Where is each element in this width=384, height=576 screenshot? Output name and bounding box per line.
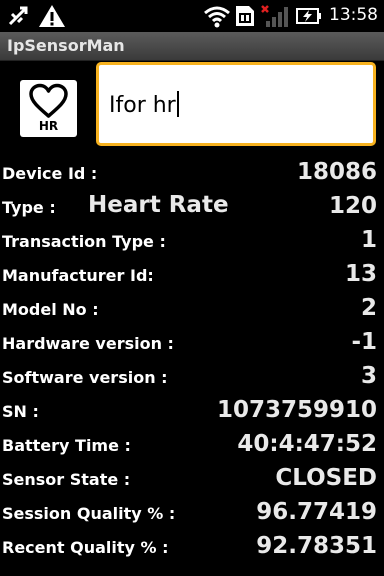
battery-charging-icon — [296, 8, 321, 24]
heart-icon — [29, 83, 68, 118]
usb-debug-icon — [8, 6, 28, 26]
sensor-search-input-value: Ifor hr — [109, 93, 176, 118]
text-caret — [176, 91, 179, 117]
row-value: 120 — [328, 193, 377, 219]
row-session-quality: Session Quality % : 96.77419 — [0, 497, 384, 531]
sim-card-icon — [236, 6, 254, 26]
row-label: Sensor State : — [2, 470, 131, 489]
row-device-id: Device Id : 18086 — [0, 157, 384, 191]
row-label: Hardware version : — [2, 334, 174, 353]
signal-no-service-icon — [261, 5, 288, 27]
sensor-search-input[interactable]: Ifor hr — [96, 62, 376, 146]
row-sensor-state: Sensor State : CLOSED — [0, 463, 384, 497]
row-value: 13 — [344, 261, 377, 287]
row-value: 40:4:47:52 — [237, 431, 377, 457]
sensor-type-name: Heart Rate — [88, 192, 229, 218]
row-label: Session Quality % : — [2, 504, 176, 523]
row-label: Manufacturer Id: — [2, 266, 154, 285]
row-label: Battery Time : — [2, 436, 131, 455]
row-value: 92.78351 — [256, 533, 377, 559]
row-hardware-version: Hardware version : -1 — [0, 327, 384, 361]
row-software-version: Software version : 3 — [0, 361, 384, 395]
row-battery-time: Battery Time : 40:4:47:52 — [0, 429, 384, 463]
row-sn: SN : 1073759910 — [0, 395, 384, 429]
row-value: CLOSED — [275, 465, 377, 491]
wifi-icon — [204, 6, 230, 28]
app-title-bar: IpSensorMan — [0, 32, 384, 61]
row-model-no: Model No : 2 — [0, 293, 384, 327]
row-type: Type : Heart Rate 120 — [0, 191, 384, 225]
status-bar: 13:58 — [0, 0, 384, 32]
row-label: Transaction Type : — [2, 232, 166, 251]
heart-rate-icon[interactable]: HR — [20, 80, 77, 137]
row-label: Type : — [2, 198, 56, 217]
row-value: 3 — [360, 363, 377, 389]
row-transaction-type: Transaction Type : 1 — [0, 225, 384, 259]
row-value: 2 — [360, 295, 377, 321]
row-value: -1 — [351, 329, 377, 355]
row-label: Recent Quality % : — [2, 538, 169, 557]
heart-rate-icon-label: HR — [38, 119, 59, 133]
row-label: SN : — [2, 402, 39, 421]
row-value: 1 — [360, 227, 377, 253]
status-clock: 13:58 — [329, 5, 378, 25]
row-value: 96.77419 — [256, 499, 377, 525]
row-label: Model No : — [2, 300, 99, 319]
row-recent-quality: Recent Quality % : 92.78351 — [0, 531, 384, 565]
app-title: IpSensorMan — [7, 36, 125, 55]
row-value: 18086 — [296, 159, 377, 185]
row-value: 1073759910 — [216, 397, 377, 423]
row-label: Device Id : — [2, 164, 98, 183]
row-label: Software version : — [2, 368, 168, 387]
warning-icon — [39, 5, 65, 27]
row-manufacturer-id: Manufacturer Id: 13 — [0, 259, 384, 293]
